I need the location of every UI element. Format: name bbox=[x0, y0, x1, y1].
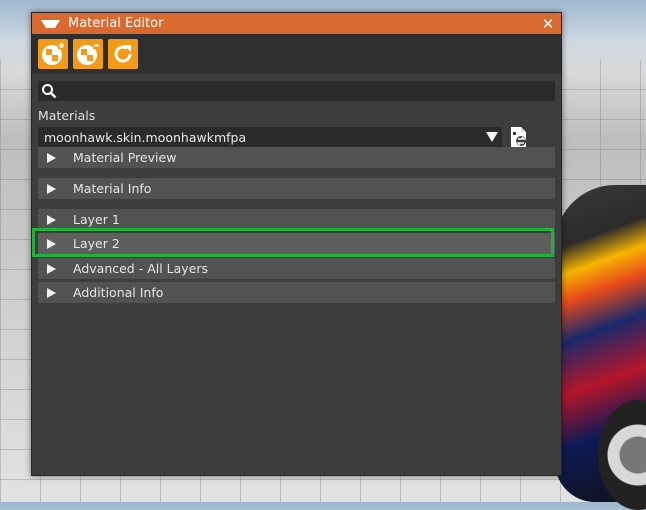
titlebar[interactable]: Material Editor ✕ bbox=[32, 13, 561, 34]
section-label: Material Preview bbox=[73, 150, 177, 165]
section-label: Advanced - All Layers bbox=[73, 261, 209, 276]
toolbar bbox=[32, 34, 561, 74]
section-advanced-all-layers[interactable]: Advanced - All Layers bbox=[38, 258, 555, 279]
materials-label: Materials bbox=[38, 108, 96, 123]
add-material-icon bbox=[42, 42, 65, 65]
section-layer-1[interactable]: Layer 1 bbox=[38, 209, 555, 230]
expand-arrow-icon bbox=[47, 183, 56, 194]
materials-selected: moonhawk.skin.moonhawkmfpa bbox=[44, 129, 247, 145]
expand-arrow-icon bbox=[47, 152, 56, 163]
section-material-info[interactable]: Material Info bbox=[38, 178, 555, 199]
section-layer-2[interactable]: Layer 2 bbox=[38, 233, 555, 254]
remove-material-icon bbox=[77, 42, 100, 65]
section-label: Additional Info bbox=[73, 285, 164, 300]
section-material-preview[interactable]: Material Preview bbox=[38, 147, 555, 168]
search-bar[interactable] bbox=[38, 81, 555, 101]
expand-arrow-icon bbox=[47, 263, 56, 274]
refresh-button[interactable] bbox=[108, 39, 138, 69]
section-additional-info[interactable]: Additional Info bbox=[38, 282, 555, 303]
section-label: Layer 1 bbox=[73, 212, 120, 227]
close-button[interactable]: ✕ bbox=[538, 14, 558, 34]
window-title: Material Editor bbox=[68, 16, 164, 31]
add-material-button[interactable] bbox=[38, 39, 68, 69]
expand-arrow-icon bbox=[47, 214, 56, 225]
file-swap-button[interactable] bbox=[508, 126, 530, 148]
expand-arrow-icon bbox=[47, 238, 56, 249]
search-input[interactable] bbox=[57, 81, 555, 101]
refresh-icon bbox=[114, 45, 132, 63]
materials-row: moonhawk.skin.moonhawkmfpa bbox=[38, 126, 555, 148]
remove-material-button[interactable] bbox=[73, 39, 103, 69]
section-label: Layer 2 bbox=[73, 236, 120, 251]
file-swap-icon bbox=[511, 127, 526, 147]
expand-arrow-icon bbox=[47, 287, 56, 298]
search-icon bbox=[42, 84, 57, 99]
section-label: Material Info bbox=[73, 181, 152, 196]
materials-dropdown[interactable]: moonhawk.skin.moonhawkmfpa bbox=[38, 126, 502, 148]
material-editor-window: Material Editor ✕ Materials moonhawk.ski… bbox=[31, 12, 562, 476]
dropdown-caret-icon[interactable] bbox=[486, 131, 498, 142]
collapse-arrow-icon[interactable] bbox=[41, 19, 60, 28]
